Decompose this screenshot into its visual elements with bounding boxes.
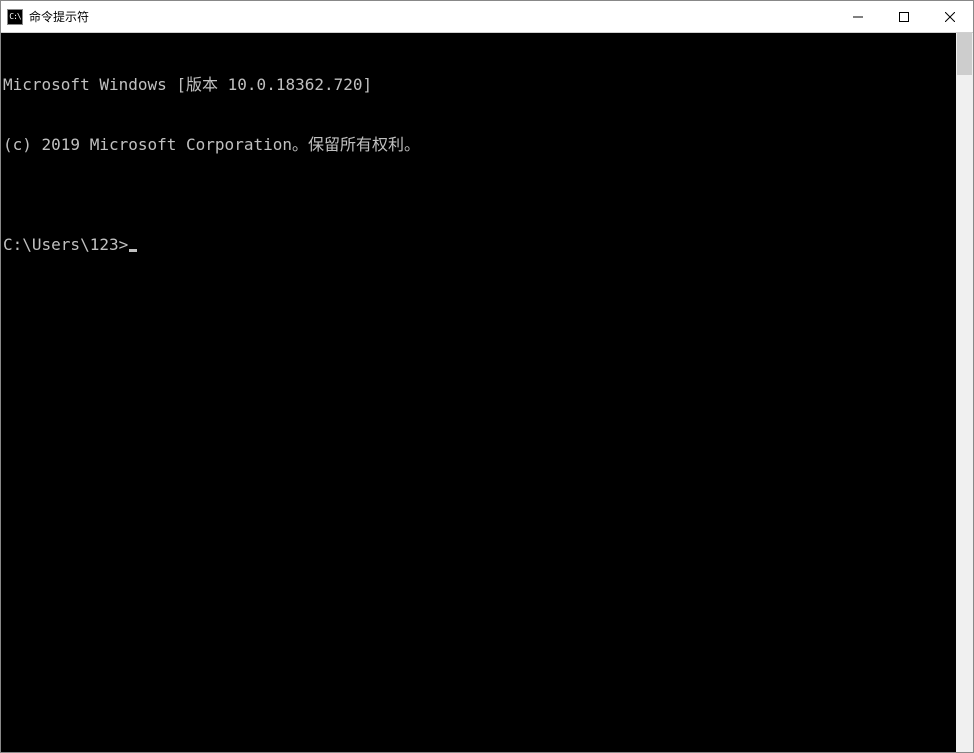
window-controls — [835, 1, 973, 32]
console-line-copyright: (c) 2019 Microsoft Corporation。保留所有权利。 — [3, 135, 956, 155]
prompt-text: C:\Users\123> — [3, 235, 128, 254]
maximize-icon — [899, 12, 909, 22]
titlebar-left: C:\ 命令提示符 — [1, 8, 89, 25]
scrollbar-thumb[interactable] — [957, 33, 972, 75]
minimize-button[interactable] — [835, 1, 881, 32]
minimize-icon — [853, 12, 863, 22]
console-output[interactable]: Microsoft Windows [版本 10.0.18362.720] (c… — [1, 33, 956, 752]
text-cursor — [129, 249, 137, 252]
close-button[interactable] — [927, 1, 973, 32]
maximize-button[interactable] — [881, 1, 927, 32]
cmd-icon: C:\ — [7, 9, 23, 25]
vertical-scrollbar[interactable] — [956, 33, 973, 752]
window-titlebar: C:\ 命令提示符 — [1, 1, 973, 33]
window-title: 命令提示符 — [29, 8, 89, 25]
content-area: Microsoft Windows [版本 10.0.18362.720] (c… — [1, 33, 973, 752]
console-line-version: Microsoft Windows [版本 10.0.18362.720] — [3, 75, 956, 95]
close-icon — [945, 12, 955, 22]
cmd-icon-label: C:\ — [9, 13, 20, 21]
console-line-prompt: C:\Users\123> — [3, 235, 956, 255]
